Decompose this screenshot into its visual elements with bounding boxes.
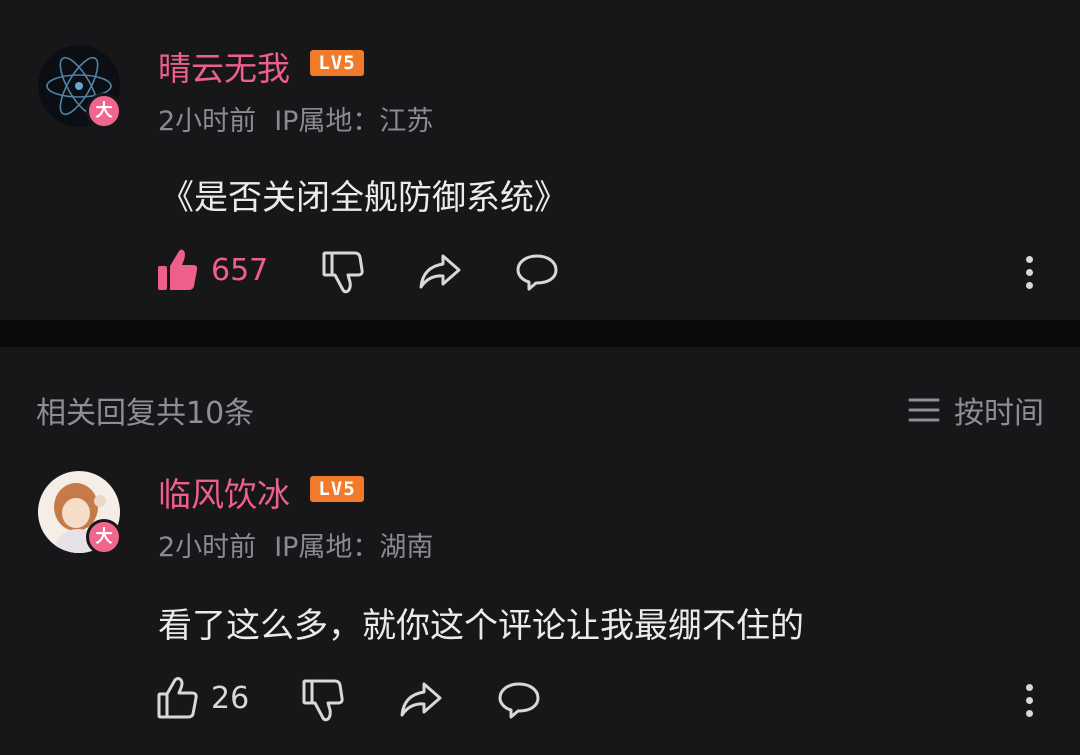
like-button[interactable]: 657 bbox=[157, 248, 268, 292]
replies-header: 相关回复共10条 按时间 bbox=[0, 380, 1080, 436]
avatar-badge: 大 bbox=[86, 519, 122, 555]
sort-icon bbox=[908, 398, 940, 422]
reply-button[interactable] bbox=[515, 252, 559, 292]
reply-button[interactable] bbox=[497, 680, 541, 720]
sort-label: 按时间 bbox=[954, 396, 1044, 431]
share-button[interactable] bbox=[399, 680, 443, 720]
section-divider bbox=[0, 320, 1080, 347]
avatar[interactable]: 大 bbox=[38, 45, 122, 129]
comment-actions: 26 bbox=[0, 676, 1080, 726]
more-icon[interactable] bbox=[1026, 684, 1036, 723]
thumb-up-icon bbox=[157, 677, 198, 719]
comment-meta: 2小时前 IP属地：江苏 bbox=[158, 99, 451, 138]
thumb-down-icon bbox=[302, 679, 344, 722]
like-count: 26 bbox=[211, 680, 250, 716]
comment-actions: 657 bbox=[0, 248, 1080, 298]
timestamp: 2小时前 bbox=[158, 532, 257, 563]
reply-card: 大 临风饮冰 LV5 2小时前 IP属地：湖南 看了这么多，就你这个评论让我最绷不… bbox=[0, 440, 1080, 755]
comment-meta: 2小时前 IP属地：湖南 bbox=[158, 525, 451, 564]
more-icon[interactable] bbox=[1026, 256, 1036, 295]
dislike-button[interactable] bbox=[302, 678, 344, 722]
ip-location: IP属地：湖南 bbox=[274, 532, 434, 563]
replies-count-title: 相关回复共10条 bbox=[36, 396, 255, 431]
timestamp: 2小时前 bbox=[158, 106, 257, 137]
comment-card: 大 晴云无我 LV5 2小时前 IP属地：江苏 《是否关闭全舰防御系统》 657 bbox=[0, 0, 1080, 320]
avatar-badge: 大 bbox=[86, 93, 122, 129]
username[interactable]: 晴云无我 bbox=[158, 42, 290, 90]
comment-icon bbox=[516, 254, 558, 291]
thumb-down-icon bbox=[322, 251, 364, 294]
comment-text: 看了这么多，就你这个评论让我最绷不住的 bbox=[158, 606, 804, 646]
avatar[interactable]: 大 bbox=[38, 471, 122, 555]
sort-button[interactable]: 按时间 bbox=[908, 388, 1044, 432]
comment-icon bbox=[498, 682, 540, 719]
like-button[interactable]: 26 bbox=[157, 676, 249, 720]
share-icon bbox=[419, 254, 461, 289]
share-button[interactable] bbox=[418, 252, 462, 292]
comment-text: 《是否关闭全舰防御系统》 bbox=[160, 178, 568, 218]
thumb-up-icon bbox=[158, 249, 198, 290]
username[interactable]: 临风饮冰 bbox=[158, 468, 290, 516]
level-badge: LV5 bbox=[310, 50, 364, 76]
dislike-button[interactable] bbox=[322, 250, 364, 294]
like-count: 657 bbox=[211, 252, 269, 288]
share-icon bbox=[400, 682, 442, 717]
level-badge: LV5 bbox=[310, 476, 364, 502]
ip-location: IP属地：江苏 bbox=[274, 106, 434, 137]
